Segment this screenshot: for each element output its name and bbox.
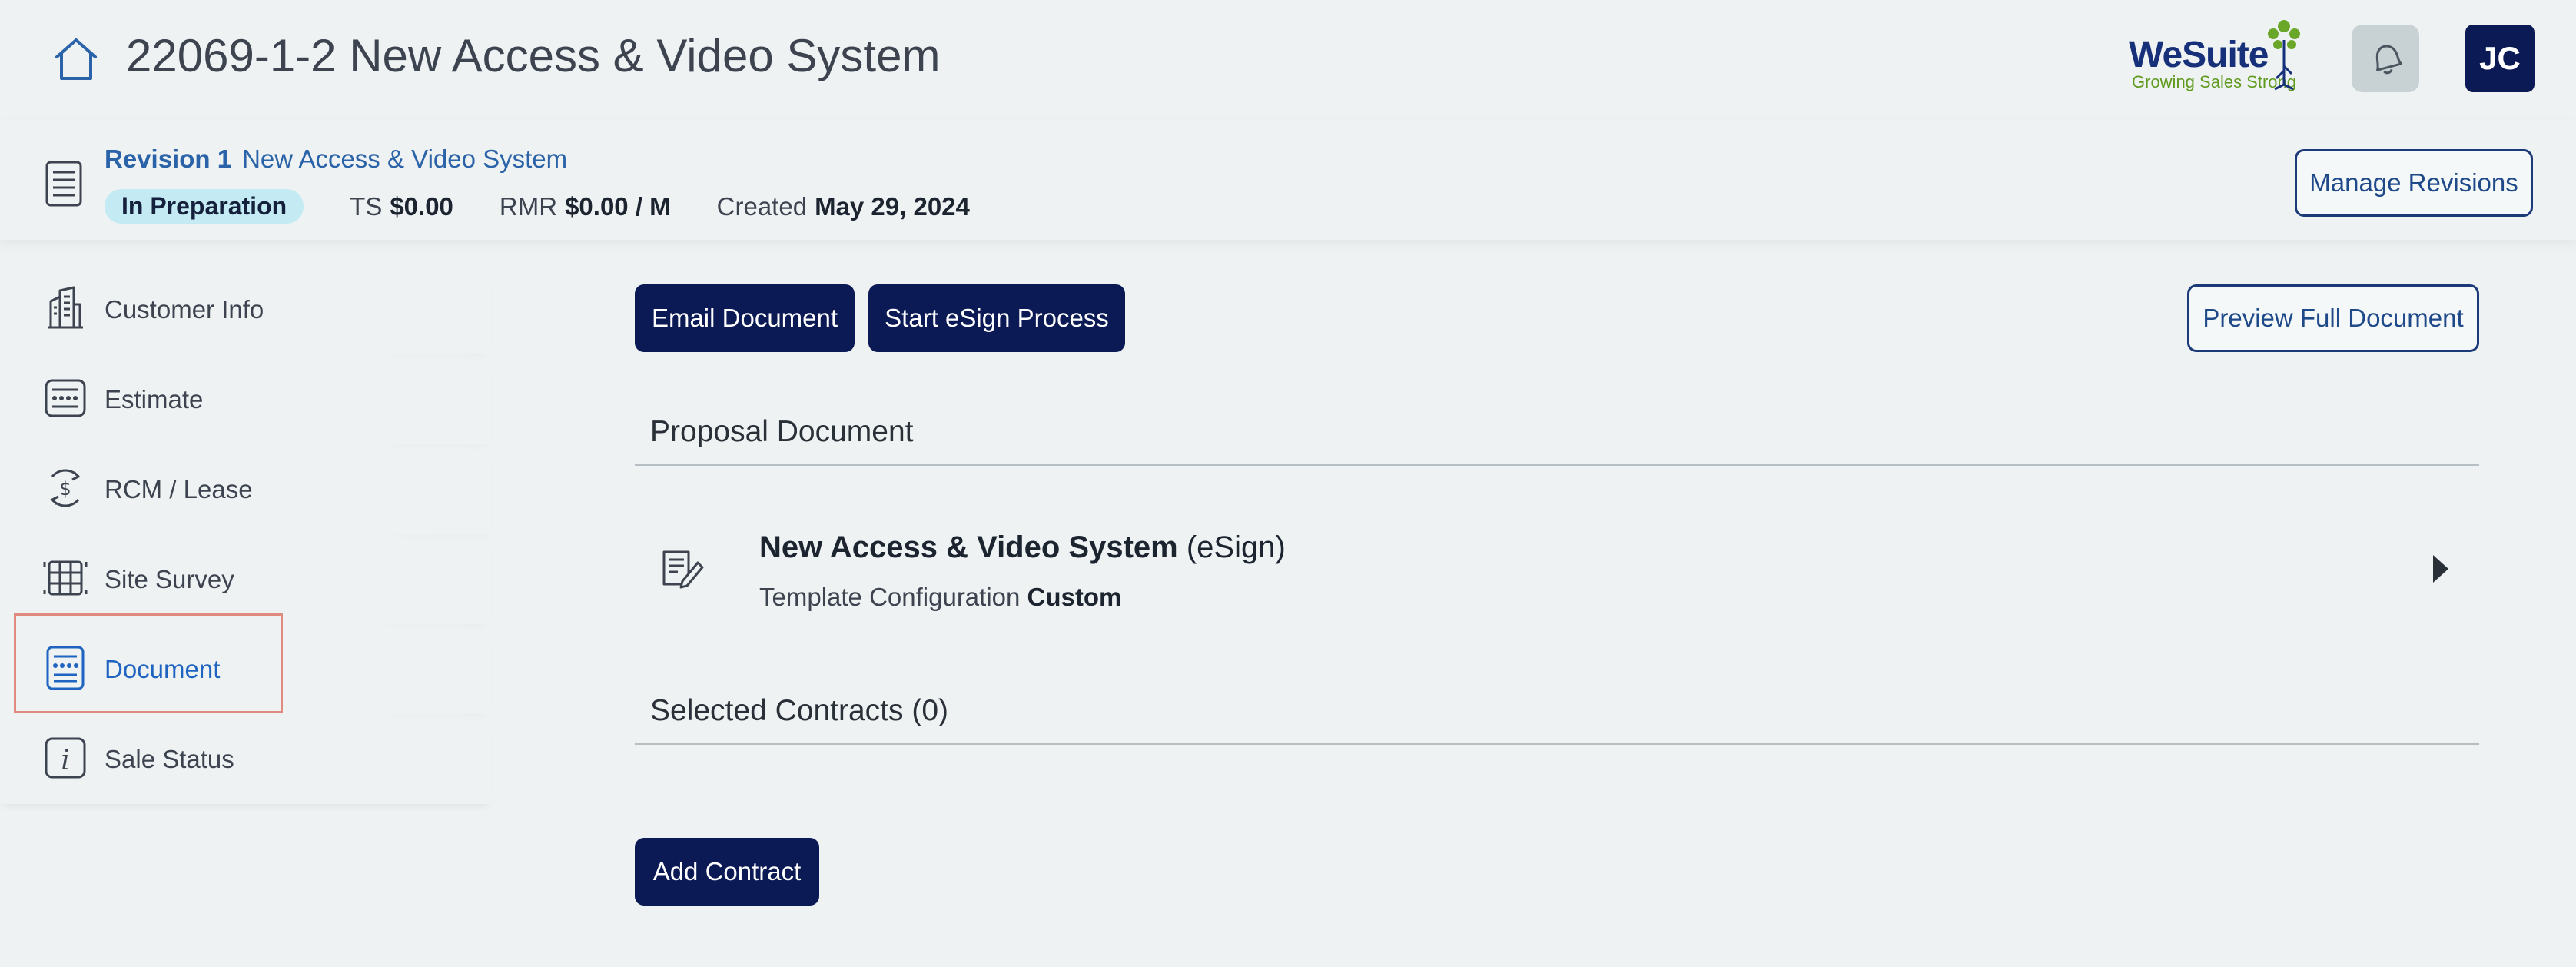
email-document-button[interactable]: Email Document bbox=[635, 284, 855, 352]
document-icon bbox=[46, 646, 85, 690]
revision-name[interactable]: New Access & Video System bbox=[242, 145, 567, 173]
sidebar-item-label: Customer Info bbox=[105, 295, 264, 324]
page-title: 22069-1-2 New Access & Video System bbox=[126, 30, 941, 81]
sidebar-item-sale-status[interactable]: i Sale Status bbox=[0, 714, 492, 804]
revision-meta: In Preparation TS $0.00 RMR $0.00 / M Cr… bbox=[105, 189, 970, 224]
manage-revisions-button[interactable]: Manage Revisions bbox=[2295, 149, 2533, 217]
document-edit-icon bbox=[662, 550, 704, 589]
created-value: May 29, 2024 bbox=[815, 191, 970, 221]
home-icon[interactable] bbox=[51, 34, 101, 85]
dollar-cycle-icon: $ bbox=[50, 469, 81, 507]
notifications-button[interactable] bbox=[2352, 25, 2419, 92]
sidebar-nav: Customer Info Estimate $ RCM / Lease Sit… bbox=[0, 264, 492, 804]
document-name: New Access & Video System bbox=[759, 530, 1178, 564]
add-contract-button[interactable]: Add Contract bbox=[635, 838, 819, 906]
sidebar-item-label: Sale Status bbox=[105, 745, 234, 773]
template-configuration: Template Configuration Custom bbox=[759, 583, 1121, 612]
grid-icon bbox=[43, 560, 88, 596]
sidebar-item-rcm-lease[interactable]: $ RCM / Lease bbox=[0, 444, 492, 534]
status-badge: In Preparation bbox=[105, 189, 304, 224]
rmr-value: $0.00 / M bbox=[565, 191, 671, 221]
section-divider bbox=[635, 743, 2479, 745]
logo-wordmark: WeSuite bbox=[2129, 35, 2269, 75]
sidebar-item-label: Document bbox=[105, 655, 221, 683]
sidebar-item-site-survey[interactable]: Site Survey bbox=[0, 534, 492, 624]
sidebar-item-document[interactable]: Document bbox=[0, 624, 492, 714]
document-type-suffix: (eSign) bbox=[1186, 530, 1286, 564]
caret-right-icon[interactable] bbox=[2433, 555, 2448, 583]
revision-label[interactable]: Revision 1 bbox=[105, 145, 231, 173]
wesuite-logo: WeSuite Growing Sales Strong bbox=[2126, 17, 2304, 97]
tree-logo-icon bbox=[2268, 20, 2300, 91]
estimate-icon bbox=[45, 379, 86, 417]
document-title[interactable]: New Access & Video System (eSign) bbox=[759, 530, 1286, 565]
ts-label: TS bbox=[350, 191, 383, 221]
sidebar-item-label: RCM / Lease bbox=[105, 475, 253, 503]
sidebar-item-customer-info[interactable]: Customer Info bbox=[0, 264, 492, 354]
sidebar-item-label: Estimate bbox=[105, 385, 204, 414]
template-config-label: Template Configuration bbox=[759, 583, 1021, 611]
top-header: 22069-1-2 New Access & Video System WeSu… bbox=[0, 0, 2576, 120]
template-config-value: Custom bbox=[1027, 583, 1122, 611]
rmr-label: RMR bbox=[499, 191, 558, 221]
section-divider bbox=[635, 464, 2479, 466]
selected-contracts-heading: Selected Contracts (0) bbox=[650, 694, 949, 727]
svg-text:$: $ bbox=[59, 478, 71, 500]
sidebar-item-label: Site Survey bbox=[105, 565, 234, 593]
user-avatar[interactable]: JC bbox=[2465, 25, 2535, 92]
created-label: Created bbox=[716, 191, 808, 221]
sidebar-item-estimate[interactable]: Estimate bbox=[0, 354, 492, 444]
start-esign-button[interactable]: Start eSign Process bbox=[868, 284, 1125, 352]
revision-bar: Revision 1 New Access & Video System In P… bbox=[0, 120, 2576, 240]
revision-heading: Revision 1 New Access & Video System bbox=[105, 145, 567, 174]
proposal-document-heading: Proposal Document bbox=[650, 415, 914, 448]
svg-text:i: i bbox=[61, 745, 70, 776]
building-icon bbox=[48, 286, 83, 329]
ts-value: $0.00 bbox=[390, 191, 453, 221]
bell-icon bbox=[2375, 45, 2402, 75]
document-list-icon bbox=[45, 161, 82, 207]
preview-full-document-button[interactable]: Preview Full Document bbox=[2187, 284, 2479, 352]
info-icon: i bbox=[45, 737, 86, 779]
